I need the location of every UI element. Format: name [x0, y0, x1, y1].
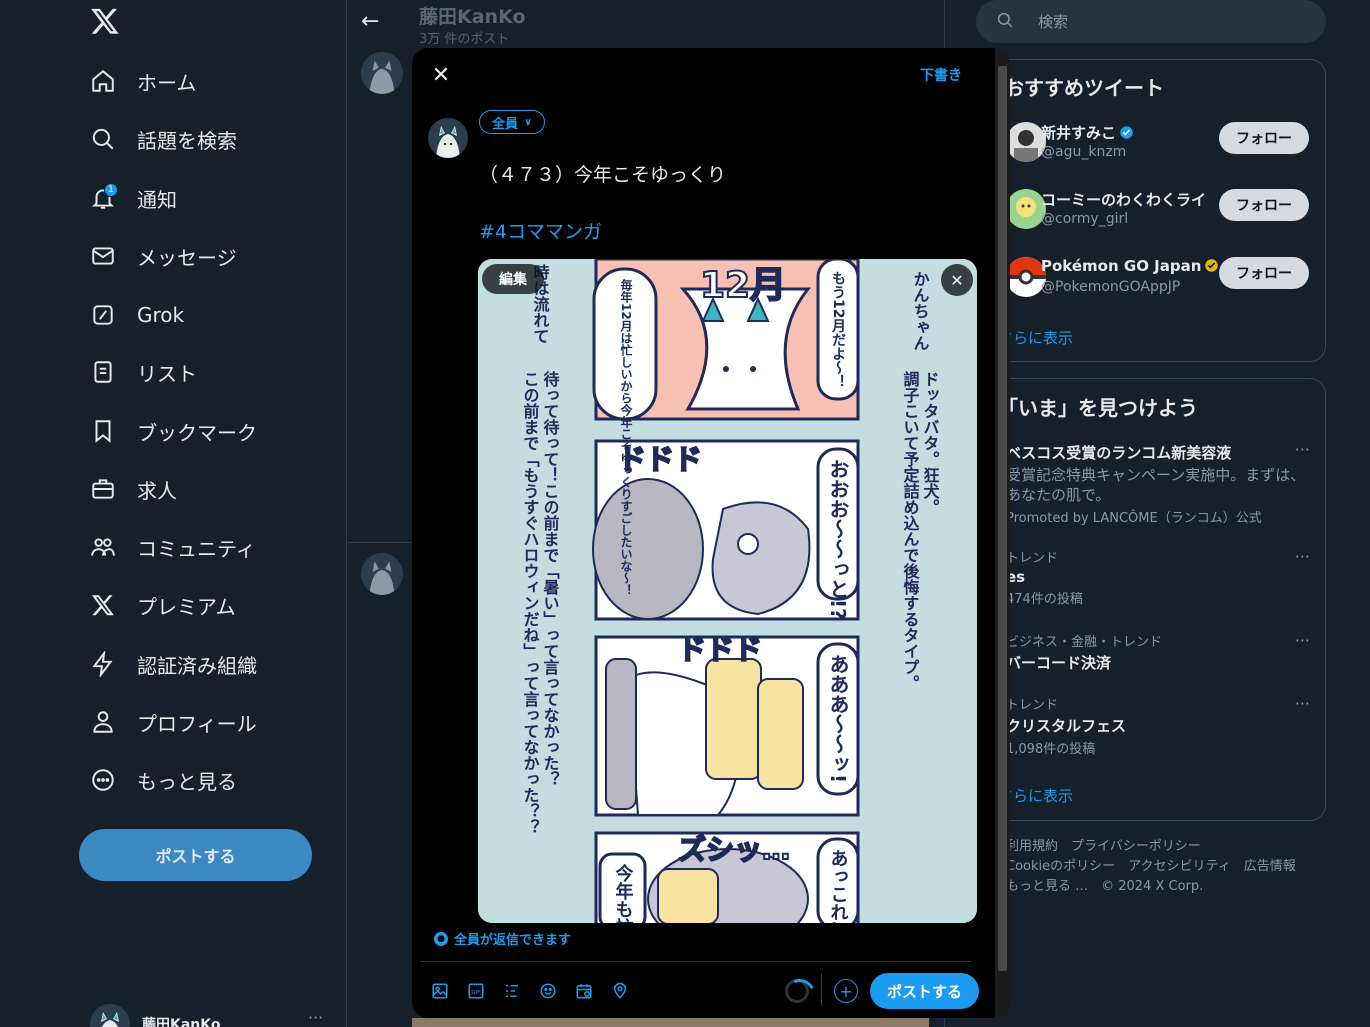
- comic-text: かんちゃん: [911, 271, 930, 351]
- comic-text: おおお〜〜っと!?: [826, 459, 850, 620]
- close-icon[interactable]: ✕: [428, 62, 454, 88]
- image-icon[interactable]: [429, 980, 451, 1002]
- comic-text: もう12月だよ〜！: [830, 271, 847, 388]
- attached-image: 12月 ドドド ドドド ズシッ… かんちゃん ドッタバタ。狂犬。 調子こいて予定…: [478, 259, 977, 923]
- remove-image-close-icon[interactable]: ✕: [941, 264, 973, 296]
- comic-text: あああ〜〜ッ!: [826, 654, 850, 784]
- comic-text: ズシッ…: [678, 833, 790, 866]
- divider: [420, 961, 971, 962]
- edit-image-button[interactable]: 編集: [482, 264, 544, 294]
- comic-text: この前まで「もうすぐハロウィンだね」って言ってなかった？？: [521, 371, 540, 835]
- hashtag-link[interactable]: #4コママンガ: [479, 217, 602, 244]
- schedule-icon[interactable]: [573, 980, 595, 1002]
- comic-text: あっこれ…: [828, 849, 849, 923]
- comic-text: ドドド: [678, 633, 762, 666]
- background-media-strip: [412, 1018, 929, 1027]
- audience-selector[interactable]: 全員 ∨: [479, 110, 546, 134]
- submit-post-button[interactable]: ポストする: [870, 973, 979, 1009]
- compose-modal: ✕ 下書き 全員 ∨ （４７３）今年こそゆっくり #4コママンガ 12月 ドドド: [412, 48, 1010, 1018]
- location-icon[interactable]: [609, 980, 631, 1002]
- drafts-button[interactable]: 下書き: [920, 65, 962, 85]
- add-post-plus-icon[interactable]: +: [834, 979, 858, 1003]
- poll-icon[interactable]: [501, 980, 523, 1002]
- comic-text: 今年も忙しいパ: [613, 863, 634, 923]
- audience-label: 全員: [492, 116, 519, 132]
- comic-text: 毎年12月は忙しいから今年こそゆっくりすごしたいな〜！: [619, 278, 633, 596]
- globe-icon: ●: [434, 931, 448, 946]
- gif-icon[interactable]: GIF: [465, 980, 487, 1002]
- divider: [821, 974, 822, 1006]
- comic-text: 12月: [700, 265, 786, 306]
- comic-text: 調子こいて予定詰め込んで後悔するタイプ。: [901, 370, 921, 691]
- post-text[interactable]: （４７３）今年こそゆっくり: [479, 160, 726, 187]
- reply-setting-label: 全員が返信できます: [454, 933, 572, 948]
- svg-text:GIF: GIF: [472, 990, 481, 996]
- reply-setting[interactable]: ● 全員が返信できます: [434, 929, 571, 948]
- scrollbar-thumb[interactable]: [998, 66, 1007, 971]
- character-count-ring: [785, 979, 809, 1003]
- chevron-down-icon: ∨: [524, 116, 533, 128]
- comic-text: ドッタバタ。狂犬。: [921, 371, 940, 515]
- emoji-icon[interactable]: [537, 980, 559, 1002]
- avatar: [428, 118, 468, 158]
- comic-text: 待って待って！この前まで「暑い」って言ってなかった？: [541, 370, 561, 787]
